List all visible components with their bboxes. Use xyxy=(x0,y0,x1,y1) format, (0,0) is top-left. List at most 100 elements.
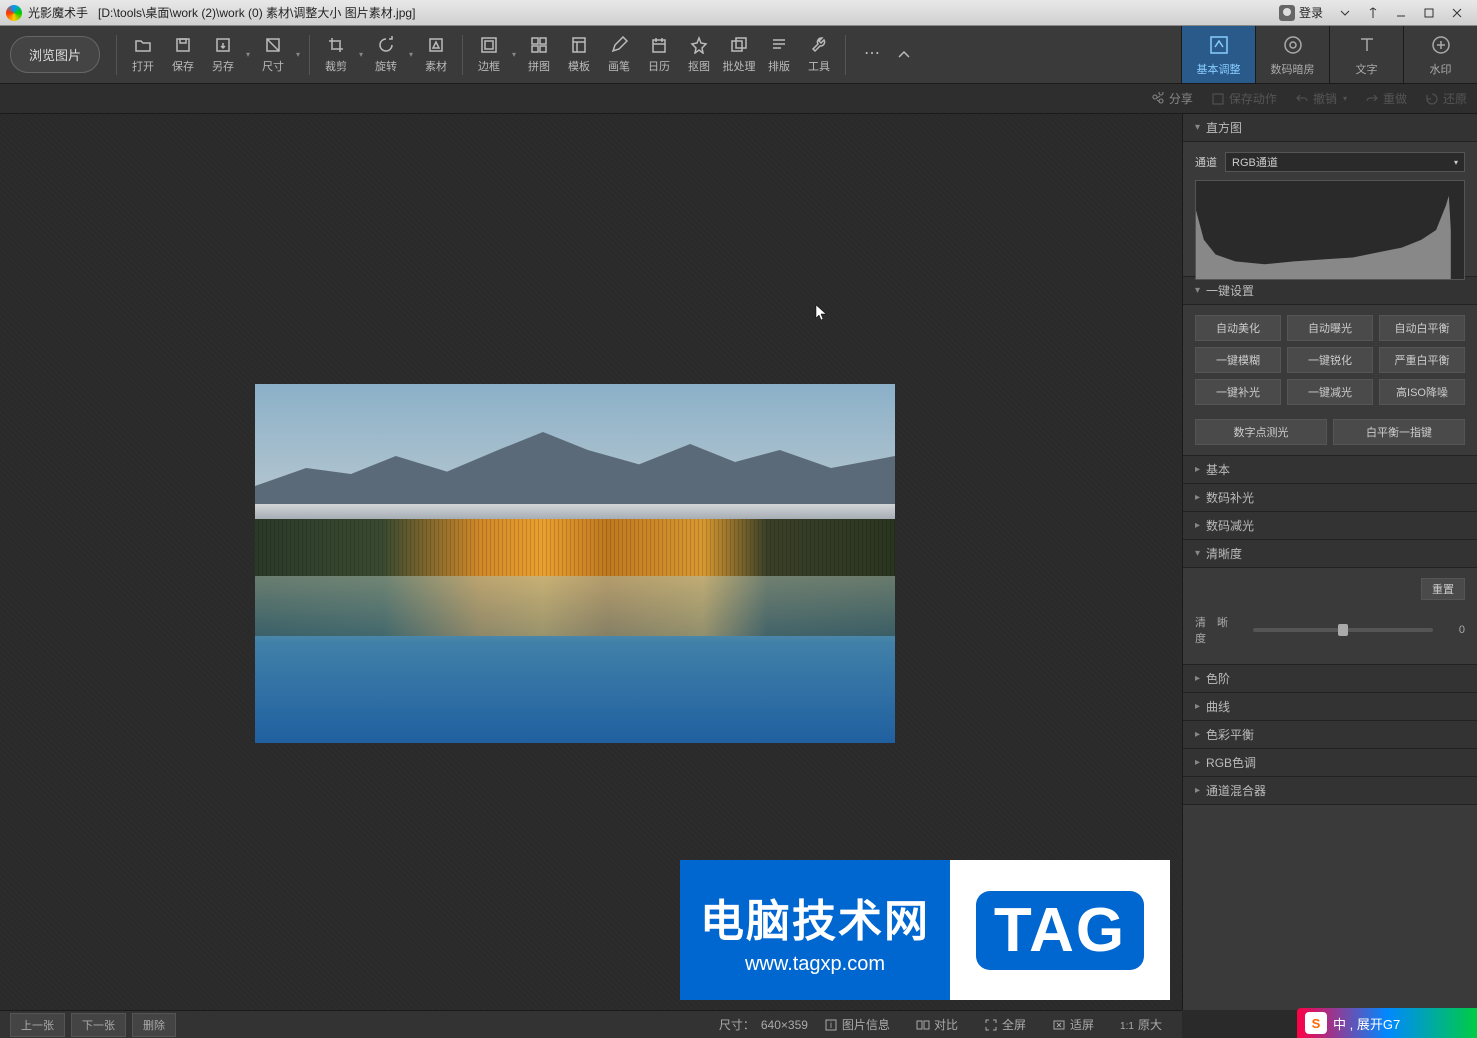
tool-边框[interactable]: 边框 xyxy=(469,29,509,81)
tool-抠图[interactable]: 抠图 xyxy=(679,29,719,81)
login-button[interactable]: 登录 xyxy=(1271,4,1331,21)
preset-一键补光[interactable]: 一键补光 xyxy=(1195,379,1281,405)
channel-select[interactable]: RGB通道 ▾ xyxy=(1225,152,1465,172)
日历-icon xyxy=(649,35,669,55)
排版-icon xyxy=(769,35,789,55)
preset-一键减光[interactable]: 一键减光 xyxy=(1287,379,1373,405)
presets-body: 自动美化自动曝光自动白平衡一键模糊一键锐化严重白平衡一键补光一键减光高ISO降噪… xyxy=(1183,305,1477,456)
minimize-button[interactable] xyxy=(1387,3,1415,23)
tool-旋转[interactable]: 旋转 xyxy=(366,29,406,81)
preset-白平衡一指键[interactable]: 白平衡一指键 xyxy=(1333,419,1465,445)
section-presets[interactable]: 一键设置 xyxy=(1183,277,1477,305)
preset-一键模糊[interactable]: 一键模糊 xyxy=(1195,347,1281,373)
tool-more[interactable]: ⋯ xyxy=(852,29,892,81)
tool-保存[interactable]: 保存 xyxy=(163,29,203,81)
fit-screen-button[interactable]: 适屏 xyxy=(1052,1016,1094,1033)
app-name: 光影魔术手 xyxy=(28,6,88,20)
section-色阶[interactable]: 色阶 xyxy=(1183,665,1477,693)
maximize-button[interactable] xyxy=(1415,3,1443,23)
right-panel: 直方图 通道 RGB通道 ▾ 一键设置 自动美化自动曝光自动白平衡一键模糊一键锐… xyxy=(1182,114,1477,1010)
next-image-button[interactable]: 下一张 xyxy=(71,1013,126,1037)
tool-旋转-dropdown[interactable]: ▾ xyxy=(406,50,416,59)
section-数码补光[interactable]: 数码补光 xyxy=(1183,484,1477,512)
histogram-body: 通道 RGB通道 ▾ xyxy=(1183,142,1477,277)
tool-另存-dropdown[interactable]: ▾ xyxy=(243,50,253,59)
clarity-label: 清 晰 度 xyxy=(1195,614,1245,646)
tool-边框-dropdown[interactable]: ▾ xyxy=(509,50,519,59)
clarity-slider-row: 清 晰 度 0 xyxy=(1195,614,1465,646)
tool-尺寸-dropdown[interactable]: ▾ xyxy=(293,50,303,59)
separator xyxy=(116,35,117,75)
preset-严重白平衡[interactable]: 严重白平衡 xyxy=(1379,347,1465,373)
preset-高ISO降噪[interactable]: 高ISO降噪 xyxy=(1379,379,1465,405)
close-button[interactable] xyxy=(1443,3,1471,23)
批处理-icon xyxy=(729,35,749,55)
preset-数字点测光[interactable]: 数字点测光 xyxy=(1195,419,1327,445)
redo-button[interactable]: 重做 xyxy=(1365,90,1407,107)
user-icon xyxy=(1279,5,1295,21)
pin-icon[interactable] xyxy=(1359,3,1387,23)
preset-自动白平衡[interactable]: 自动白平衡 xyxy=(1379,315,1465,341)
slider-thumb[interactable] xyxy=(1338,624,1348,636)
section-histogram[interactable]: 直方图 xyxy=(1183,114,1477,142)
section-基本[interactable]: 基本 xyxy=(1183,456,1477,484)
original-icon: 1:1 xyxy=(1120,1018,1134,1032)
水印-icon xyxy=(1429,33,1453,57)
dropdown-icon[interactable] xyxy=(1331,3,1359,23)
histogram-graph xyxy=(1195,180,1465,280)
restore-button[interactable]: 还原 xyxy=(1425,90,1467,107)
section-曲线[interactable]: 曲线 xyxy=(1183,693,1477,721)
tool-尺寸[interactable]: 尺寸 xyxy=(253,29,293,81)
tool-打开[interactable]: 打开 xyxy=(123,29,163,81)
preset-自动曝光[interactable]: 自动曝光 xyxy=(1287,315,1373,341)
tool-工具[interactable]: 工具 xyxy=(799,29,839,81)
另存-icon xyxy=(213,35,233,55)
section-通道混合器[interactable]: 通道混合器 xyxy=(1183,777,1477,805)
fullscreen-button[interactable]: 全屏 xyxy=(984,1016,1026,1033)
rtab-文字[interactable]: 文字 xyxy=(1329,26,1403,83)
undo-button[interactable]: 撤销 ▾ xyxy=(1295,90,1347,107)
share-button[interactable]: 分享 xyxy=(1151,90,1193,107)
尺寸-icon xyxy=(263,35,283,55)
undo-icon xyxy=(1295,92,1309,106)
tool-模板[interactable]: 模板 xyxy=(559,29,599,81)
original-size-button[interactable]: 1:1 原大 xyxy=(1120,1016,1162,1033)
rtab-水印[interactable]: 水印 xyxy=(1403,26,1477,83)
rtab-数码暗房[interactable]: 数码暗房 xyxy=(1255,26,1329,83)
拼图-icon xyxy=(529,35,549,55)
tool-画笔[interactable]: 画笔 xyxy=(599,29,639,81)
image-info-button[interactable]: i 图片信息 xyxy=(824,1016,890,1033)
section-清晰度[interactable]: 清晰度 xyxy=(1183,540,1477,568)
tool-另存[interactable]: 另存 xyxy=(203,29,243,81)
tool-日历[interactable]: 日历 xyxy=(639,29,679,81)
clarity-slider[interactable] xyxy=(1253,628,1433,632)
clarity-reset[interactable]: 重置 xyxy=(1421,578,1465,600)
preset-一键锐化[interactable]: 一键锐化 xyxy=(1287,347,1373,373)
bottom-bar: 上一张 下一张 删除 尺寸： 640×359 i 图片信息 对比 全屏 适屏 1… xyxy=(0,1010,1182,1038)
section-色彩平衡[interactable]: 色彩平衡 xyxy=(1183,721,1477,749)
watermark-url: www.tagxp.com xyxy=(745,953,885,976)
save-action-button[interactable]: 保存动作 xyxy=(1211,90,1277,107)
prev-image-button[interactable]: 上一张 xyxy=(10,1013,65,1037)
size-label: 尺寸： xyxy=(719,1016,755,1033)
window-controls xyxy=(1331,3,1471,23)
preset-row2: 数字点测光白平衡一指键 xyxy=(1195,419,1465,445)
tool-拼图[interactable]: 拼图 xyxy=(519,29,559,81)
browse-images-button[interactable]: 浏览图片 xyxy=(10,36,100,73)
preset-自动美化[interactable]: 自动美化 xyxy=(1195,315,1281,341)
compare-button[interactable]: 对比 xyxy=(916,1016,958,1033)
tool-素材[interactable]: 素材 xyxy=(416,29,456,81)
tool-裁剪[interactable]: 裁剪 xyxy=(316,29,356,81)
section-RGB色调[interactable]: RGB色调 xyxy=(1183,749,1477,777)
tool-裁剪-dropdown[interactable]: ▾ xyxy=(356,50,366,59)
rtab-基本调整[interactable]: 基本调整 xyxy=(1181,26,1255,83)
tool-expand[interactable] xyxy=(892,29,916,81)
restore-icon xyxy=(1425,92,1439,106)
section-数码减光[interactable]: 数码减光 xyxy=(1183,512,1477,540)
delete-button[interactable]: 删除 xyxy=(132,1013,176,1037)
tool-批处理[interactable]: 批处理 xyxy=(719,29,759,81)
main-toolbar: 浏览图片 打开保存另存▾尺寸▾裁剪▾旋转▾素材边框▾拼图模板画笔日历抠图批处理排… xyxy=(0,26,1477,84)
ime-text: 中 , 展开G7 xyxy=(1333,1014,1400,1033)
tool-排版[interactable]: 排版 xyxy=(759,29,799,81)
clarity-body: 重置 清 晰 度 0 xyxy=(1183,568,1477,665)
